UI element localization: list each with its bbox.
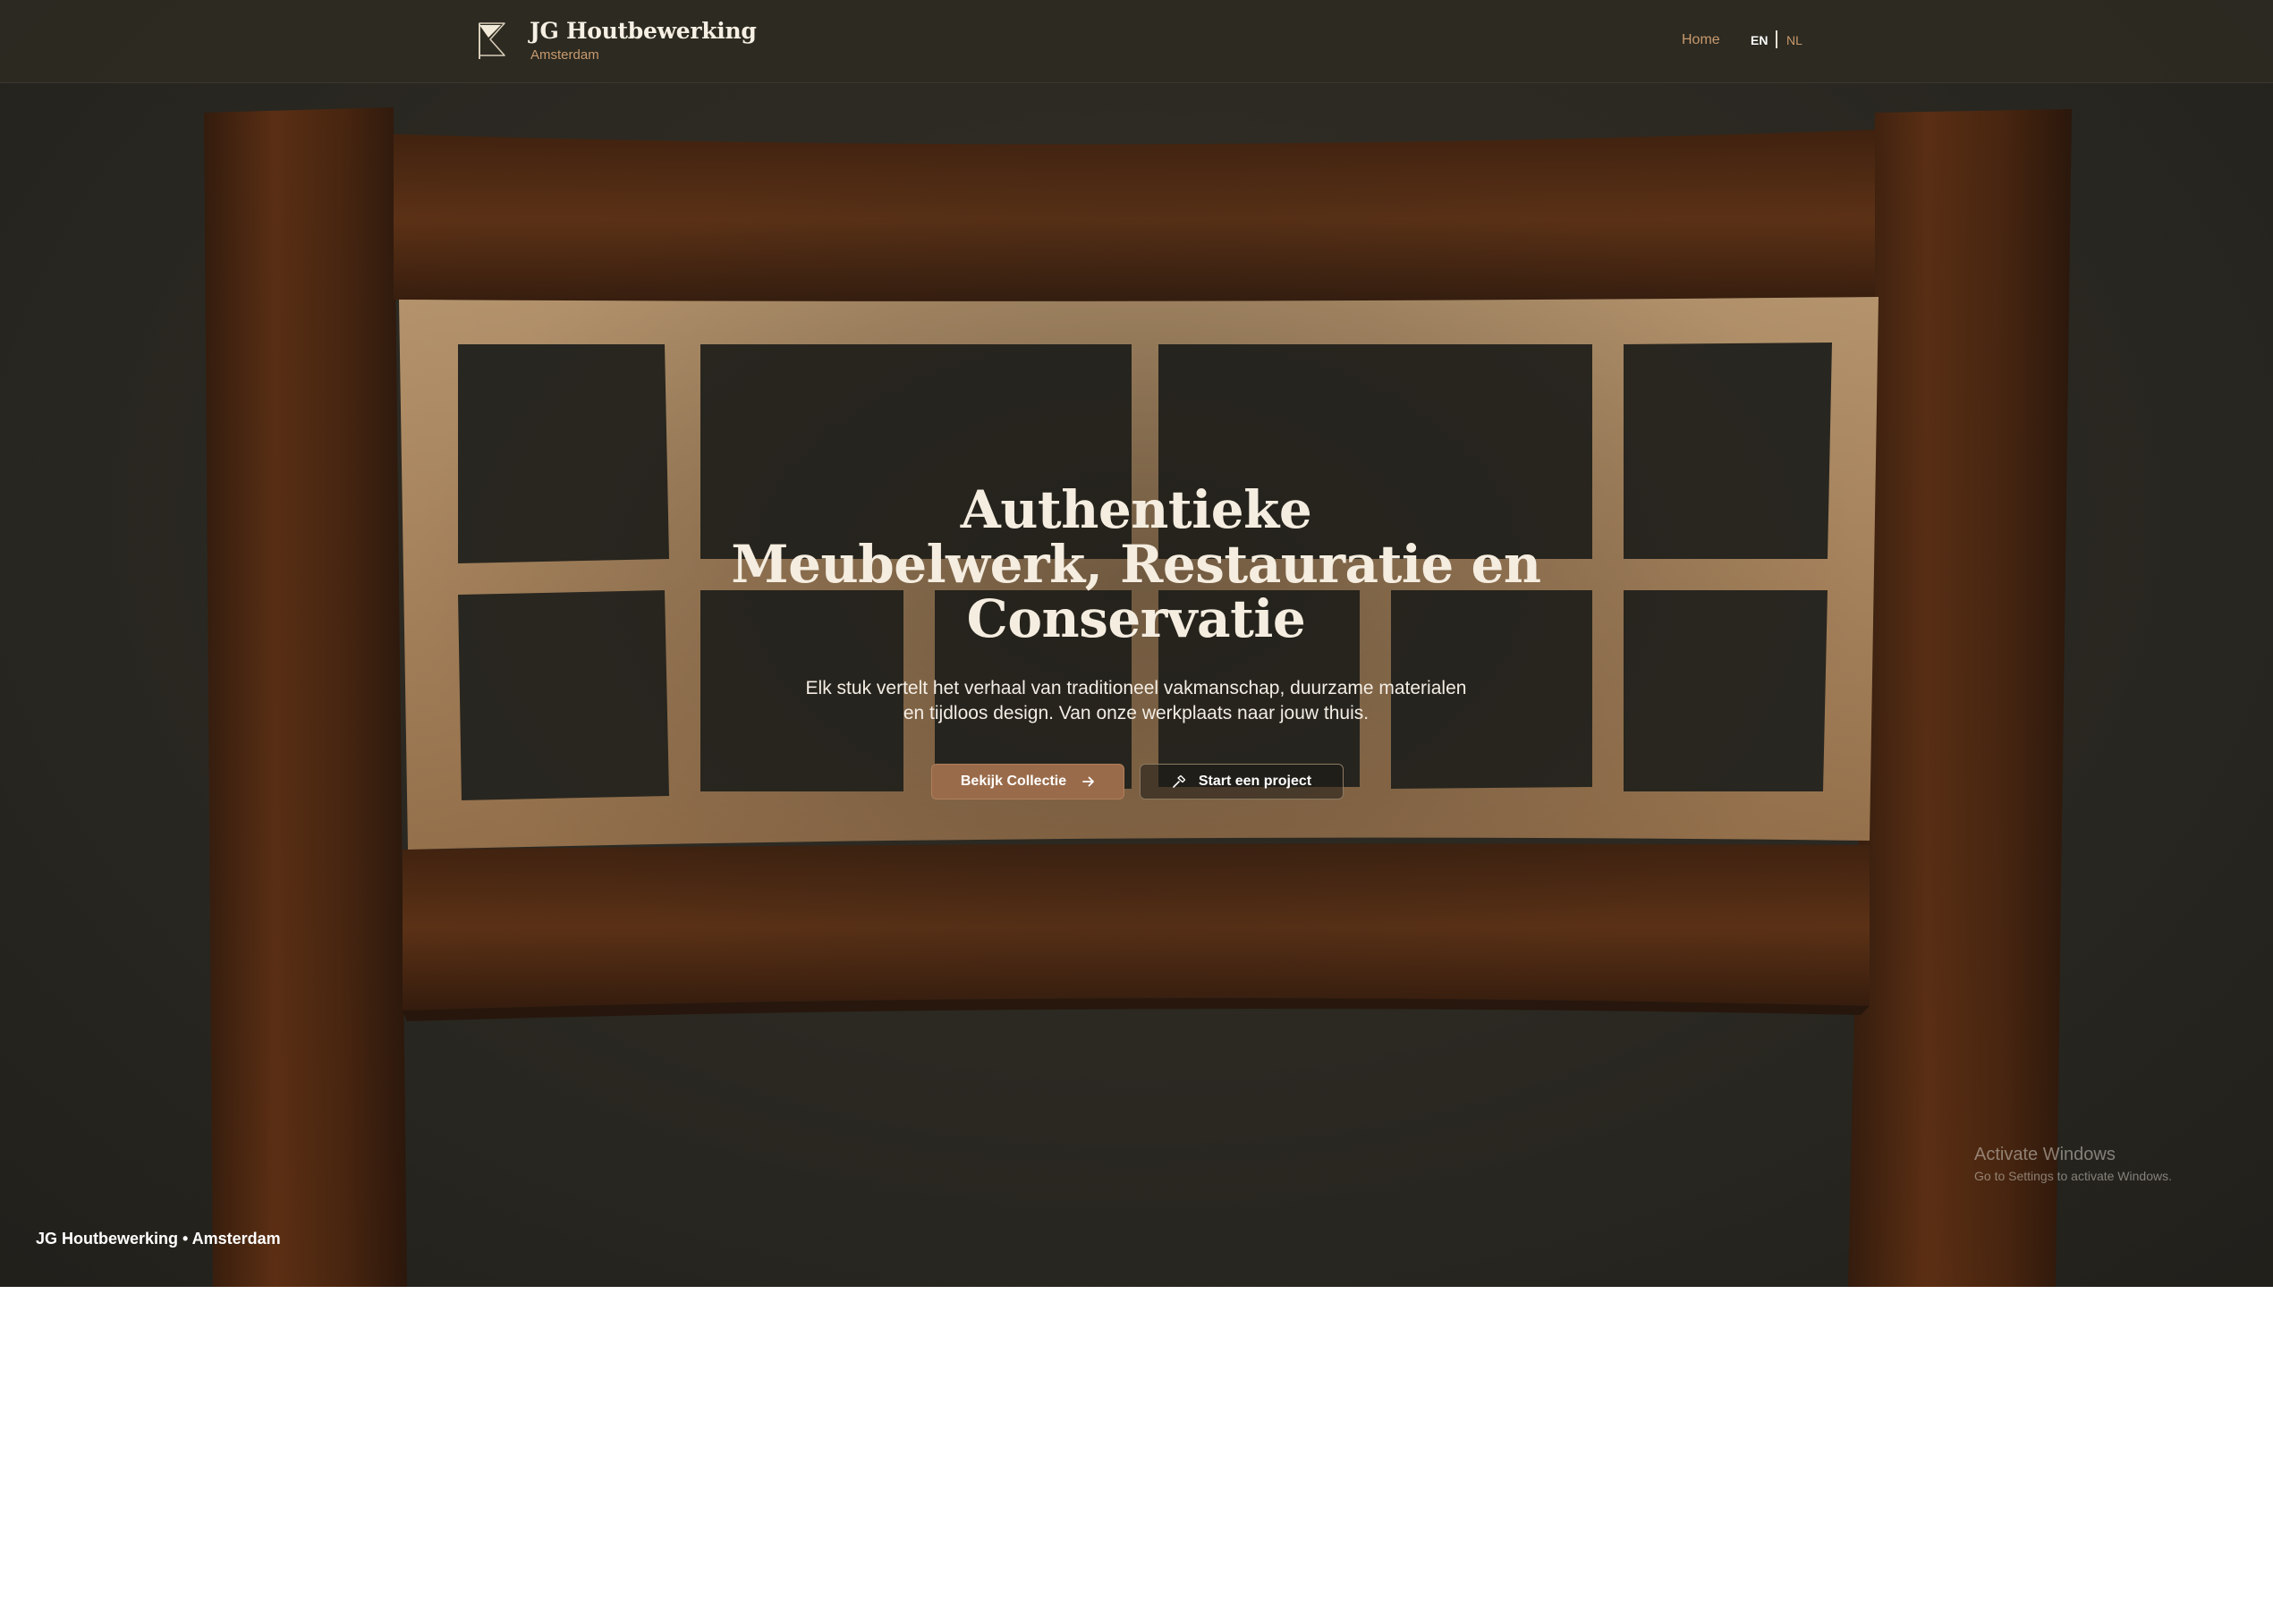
hero-subtitle-line-2: en tijdloos design. Van onze werkplaats … <box>903 703 1370 723</box>
start-project-label: Start een project <box>1198 774 1312 789</box>
hero-title-line-3: Conservatie <box>966 588 1306 649</box>
site-header: JG Houtbewerking Amsterdam Home EN NL <box>0 0 2273 83</box>
view-collection-label: Bekijk Collectie <box>960 774 1067 789</box>
flag-logo-icon[interactable] <box>478 21 510 61</box>
nav-home-link[interactable]: Home <box>1682 32 1720 48</box>
hero-section: Authentieke Meubelwerk, Restauratie en C… <box>0 0 2273 1287</box>
hero-title-line-2: Meubelwerk, Restauratie en <box>731 534 1541 595</box>
lang-divider <box>1776 30 1777 48</box>
hero-subtitle-line-1: Elk stuk vertelt het verhaal van traditi… <box>805 678 1467 698</box>
activation-title: Activate Windows <box>1974 1145 2116 1164</box>
arrow-right-icon <box>1082 776 1095 787</box>
brand-name[interactable]: JG Houtbewerking <box>530 18 757 44</box>
lang-nl-option[interactable]: NL <box>1786 33 1802 47</box>
hero-title-line-1: Authentieke <box>960 479 1312 540</box>
brand-city: Amsterdam <box>530 47 599 63</box>
hero-footer-tag: JG Houtbewerking • Amsterdam <box>36 1230 281 1248</box>
activation-subtitle: Go to Settings to activate Windows. <box>1974 1169 2172 1183</box>
hero-title: Authentieke Meubelwerk, Restauratie en C… <box>698 483 1574 647</box>
lang-en-option[interactable]: EN <box>1751 33 1768 47</box>
windows-activation-watermark: Activate Windows Go to Settings to activ… <box>1974 1145 2172 1183</box>
view-collection-button[interactable]: Bekijk Collectie <box>931 764 1124 799</box>
hero-subtitle: Elk stuk vertelt het verhaal van traditi… <box>787 676 1485 726</box>
start-project-button[interactable]: Start een project <box>1140 764 1344 799</box>
hammer-icon <box>1173 774 1186 788</box>
